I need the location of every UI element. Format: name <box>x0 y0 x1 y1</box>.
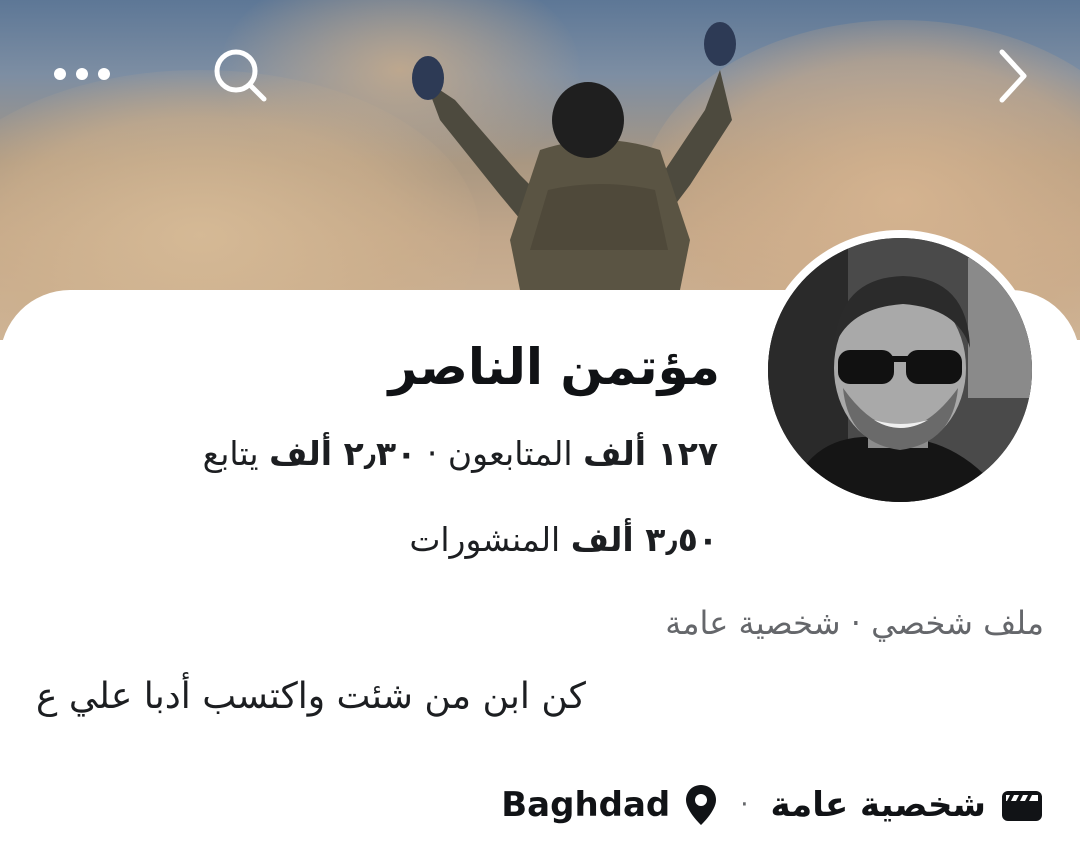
followers-count: ١٢٧ ألف <box>583 434 718 473</box>
page-type-detail[interactable]: شخصية عامة <box>771 785 1044 825</box>
avatar[interactable] <box>768 238 1032 502</box>
page-type-label: شخصية عامة <box>770 785 986 825</box>
posts-count: ٣٫٥٠ ألف <box>570 520 718 559</box>
search-icon <box>214 49 267 102</box>
posts-label: المنشورات <box>409 520 561 559</box>
posts-stat[interactable]: ٣٫٥٠ ألف المنشورات <box>409 520 718 559</box>
stat-separator: · <box>426 434 438 473</box>
following-label: يتابع <box>202 434 259 473</box>
location-detail[interactable]: Baghdad <box>501 783 718 827</box>
avatar-photo <box>768 238 1032 502</box>
location-label: Baghdad <box>501 785 671 825</box>
search-button[interactable] <box>200 40 280 110</box>
followers-stat[interactable]: ١٢٧ ألف المتابعون <box>448 434 718 473</box>
profile-name: مؤتمن الناصر <box>388 338 720 396</box>
following-stat[interactable]: ٢٫٣٠ ألف يتابع <box>203 434 417 473</box>
chevron-right-icon <box>999 49 1027 103</box>
profile-details-row: شخصية عامة · Baghdad <box>501 780 1044 830</box>
followers-label: المتابعون <box>447 434 573 473</box>
profile-bio: كن ابن من شئت واكتسب أدبا علي ع <box>36 676 586 717</box>
details-separator: · <box>740 790 749 820</box>
more-options-button[interactable] <box>40 46 124 102</box>
following-count: ٢٫٣٠ ألف <box>269 434 417 473</box>
profile-category: ملف شخصي · شخصية عامة <box>665 604 1044 642</box>
location-pin-icon <box>684 783 718 827</box>
clapperboard-icon <box>1000 787 1044 823</box>
forward-button[interactable] <box>972 38 1052 114</box>
more-horizontal-icon <box>54 68 110 80</box>
follow-stats: ١٢٧ ألف المتابعون · ٢٫٣٠ ألف يتابع <box>203 434 718 473</box>
